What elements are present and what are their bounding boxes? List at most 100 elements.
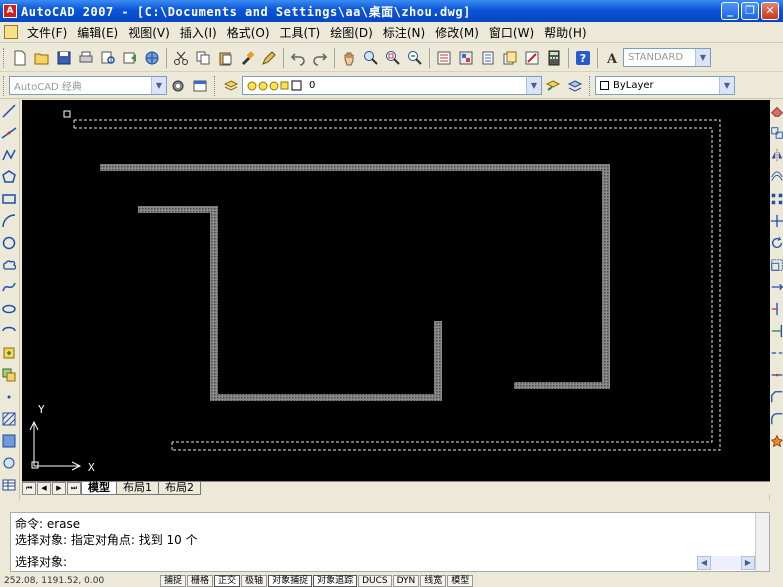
zoom-previous-button[interactable] bbox=[404, 47, 426, 69]
wall-segment[interactable] bbox=[514, 382, 610, 389]
construction-line-tool[interactable] bbox=[0, 122, 18, 144]
wall-segment[interactable] bbox=[434, 321, 442, 401]
toolbar-grip[interactable] bbox=[589, 75, 592, 96]
command-scrollbar[interactable] bbox=[755, 513, 769, 571]
chevron-down-icon[interactable]: ▼ bbox=[151, 77, 166, 94]
insert-block-tool[interactable] bbox=[0, 342, 18, 364]
copy-object-tool[interactable] bbox=[770, 122, 783, 144]
command-window[interactable]: 命令: erase 选择对象: 指定对角点: 找到 10 个 选择对象: ◀ ▶ bbox=[10, 512, 770, 572]
scale-tool[interactable] bbox=[770, 254, 783, 276]
prev-tab-button[interactable]: ◀ bbox=[37, 482, 51, 495]
polar-toggle[interactable]: 极轴 bbox=[241, 574, 268, 587]
properties-button[interactable] bbox=[433, 47, 455, 69]
snap-toggle[interactable]: 捕捉 bbox=[160, 574, 187, 587]
plot-preview-button[interactable] bbox=[97, 47, 119, 69]
dyn-toggle[interactable]: DYN bbox=[392, 574, 420, 587]
workspace-select[interactable]: AutoCAD 经典 ▼ bbox=[9, 76, 167, 95]
array-tool[interactable] bbox=[770, 188, 783, 210]
menu-window[interactable]: 窗口(W) bbox=[484, 24, 539, 41]
polyline-tool[interactable] bbox=[0, 144, 18, 166]
offset-tool[interactable] bbox=[770, 166, 783, 188]
stretch-tool[interactable] bbox=[770, 276, 783, 298]
menu-tools[interactable]: 工具(T) bbox=[275, 24, 326, 41]
explode-tool[interactable] bbox=[770, 430, 783, 452]
toolbar-grip[interactable] bbox=[3, 47, 6, 68]
ellipse-tool[interactable] bbox=[0, 298, 18, 320]
print-button[interactable] bbox=[75, 47, 97, 69]
lineweight-toggle[interactable]: 线宽 bbox=[420, 574, 447, 587]
pan-button[interactable] bbox=[338, 47, 360, 69]
calculator-button[interactable] bbox=[543, 47, 565, 69]
ducs-toggle[interactable]: DUCS bbox=[358, 574, 392, 587]
text-style-select[interactable]: STANDARD ▼ bbox=[623, 48, 711, 67]
break-tool[interactable] bbox=[770, 342, 783, 364]
drawing-canvas[interactable]: Y X bbox=[22, 100, 770, 481]
toolbar-grip[interactable] bbox=[3, 75, 6, 96]
color-select[interactable]: ByLayer ▼ bbox=[595, 76, 735, 95]
layer-manager-button[interactable] bbox=[220, 75, 242, 97]
menu-format[interactable]: 格式(O) bbox=[222, 24, 275, 41]
markup-button[interactable] bbox=[521, 47, 543, 69]
selection-grip[interactable] bbox=[63, 110, 71, 118]
make-object-layer-current-button[interactable] bbox=[542, 75, 564, 97]
mirror-tool[interactable] bbox=[770, 144, 783, 166]
publish-button[interactable] bbox=[119, 47, 141, 69]
model-toggle[interactable]: 模型 bbox=[447, 574, 474, 587]
menu-dimension[interactable]: 标注(N) bbox=[378, 24, 430, 41]
tab-model[interactable]: 模型 bbox=[81, 482, 117, 495]
tab-layout2[interactable]: 布局2 bbox=[158, 482, 201, 495]
fillet-tool[interactable] bbox=[770, 408, 783, 430]
tab-layout1[interactable]: 布局1 bbox=[116, 482, 159, 495]
coordinate-readout[interactable]: 252.08, 1191.52, 0.00 bbox=[0, 576, 160, 586]
circle-tool[interactable] bbox=[0, 232, 18, 254]
wall-segment[interactable] bbox=[210, 206, 218, 401]
help-button[interactable]: ? bbox=[572, 47, 594, 69]
command-hscrollbar[interactable]: ◀ ▶ bbox=[697, 556, 755, 570]
menu-insert[interactable]: 插入(I) bbox=[175, 24, 222, 41]
table-tool[interactable] bbox=[0, 474, 18, 496]
revision-cloud-tool[interactable] bbox=[0, 254, 18, 276]
gradient-tool[interactable] bbox=[0, 430, 18, 452]
region-tool[interactable] bbox=[0, 452, 18, 474]
copy-button[interactable] bbox=[192, 47, 214, 69]
spline-tool[interactable] bbox=[0, 276, 18, 298]
menu-edit[interactable]: 编辑(E) bbox=[72, 24, 123, 41]
scroll-track[interactable] bbox=[711, 556, 741, 570]
wall-segment[interactable] bbox=[602, 164, 610, 389]
zoom-realtime-button[interactable] bbox=[360, 47, 382, 69]
document-icon[interactable] bbox=[4, 25, 18, 39]
grid-toggle[interactable]: 栅格 bbox=[187, 574, 214, 587]
new-file-button[interactable] bbox=[9, 47, 31, 69]
menu-file[interactable]: 文件(F) bbox=[22, 24, 72, 41]
workspace-settings-button[interactable] bbox=[167, 75, 189, 97]
layer-select[interactable]: 0 ▼ bbox=[242, 76, 542, 95]
chamfer-tool[interactable] bbox=[770, 386, 783, 408]
autocad-app-icon[interactable]: A bbox=[3, 4, 17, 18]
wall-segment[interactable] bbox=[100, 164, 610, 171]
scroll-left-icon[interactable]: ◀ bbox=[697, 556, 711, 570]
menu-help[interactable]: 帮助(H) bbox=[539, 24, 591, 41]
chevron-down-icon[interactable]: ▼ bbox=[695, 49, 710, 66]
block-editor-button[interactable] bbox=[258, 47, 280, 69]
polygon-tool[interactable] bbox=[0, 166, 18, 188]
restore-button[interactable]: ❐ bbox=[741, 2, 759, 20]
my-workspace-button[interactable] bbox=[189, 75, 211, 97]
3d-dwf-button[interactable] bbox=[141, 47, 163, 69]
line-tool[interactable] bbox=[0, 100, 18, 122]
undo-button[interactable] bbox=[287, 47, 309, 69]
sheet-set-button[interactable] bbox=[499, 47, 521, 69]
erase-tool[interactable] bbox=[770, 100, 783, 122]
scroll-right-icon[interactable]: ▶ bbox=[741, 556, 755, 570]
match-properties-button[interactable] bbox=[236, 47, 258, 69]
close-button[interactable]: ✕ bbox=[761, 2, 779, 20]
trim-tool[interactable] bbox=[770, 298, 783, 320]
open-file-button[interactable] bbox=[31, 47, 53, 69]
join-tool[interactable] bbox=[770, 364, 783, 386]
rectangle-tool[interactable] bbox=[0, 188, 18, 210]
wall-segment[interactable] bbox=[138, 206, 218, 213]
make-block-tool[interactable] bbox=[0, 364, 18, 386]
command-prompt[interactable]: 选择对象: bbox=[15, 553, 67, 570]
save-button[interactable] bbox=[53, 47, 75, 69]
arc-tool[interactable] bbox=[0, 210, 18, 232]
osnap-toggle[interactable]: 对象捕捉 bbox=[268, 574, 313, 587]
